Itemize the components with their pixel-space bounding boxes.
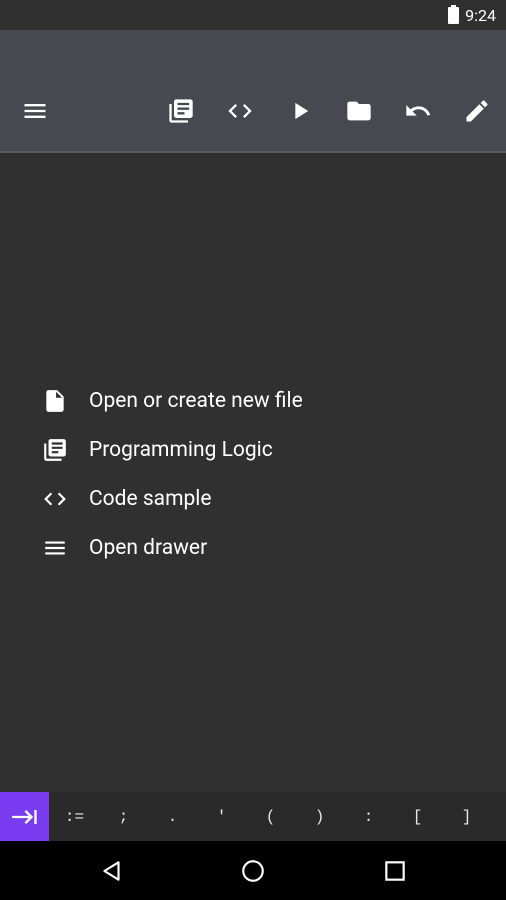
library-icon: [38, 433, 72, 467]
folder-button[interactable]: [342, 94, 376, 128]
back-button[interactable]: [94, 853, 130, 889]
system-navigation-bar: [0, 841, 506, 900]
undo-button[interactable]: [401, 94, 435, 128]
library-button[interactable]: [164, 94, 198, 128]
battery-icon: [448, 4, 460, 24]
symbol-key[interactable]: .: [148, 792, 197, 841]
file-icon: [38, 384, 72, 418]
menu-icon: [24, 104, 46, 118]
home-button[interactable]: [235, 853, 271, 889]
symbol-key[interactable]: :=: [50, 792, 99, 841]
symbol-key[interactable]: ]: [442, 792, 491, 841]
programming-logic-label: Programming Logic: [89, 437, 273, 462]
menu-button[interactable]: [18, 94, 52, 128]
open-drawer-item[interactable]: Open drawer: [38, 523, 458, 572]
programming-logic-item[interactable]: Programming Logic: [38, 425, 458, 474]
tab-icon: [11, 809, 37, 824]
symbol-key[interactable]: ': [197, 792, 246, 841]
recents-icon: [385, 861, 405, 881]
symbol-key[interactable]: :: [344, 792, 393, 841]
symbol-key[interactable]: [: [393, 792, 442, 841]
symbol-bar: := ; . ' ( ) : [ ]: [0, 792, 506, 841]
home-icon: [242, 860, 264, 882]
open-file-label: Open or create new file: [89, 388, 303, 413]
symbol-key[interactable]: ): [295, 792, 344, 841]
status-time: 9:24: [465, 5, 496, 25]
toolbar: [0, 30, 506, 151]
status-right: 9:24: [448, 4, 496, 26]
toolbar-divider: [0, 151, 506, 153]
tab-key[interactable]: [0, 792, 49, 841]
symbol-key[interactable]: (: [246, 792, 295, 841]
run-icon: [295, 102, 309, 120]
open-drawer-label: Open drawer: [89, 535, 208, 560]
code-icon: [228, 104, 252, 118]
status-bar: 9:24: [0, 0, 506, 30]
edit-icon: [466, 100, 488, 122]
code-button[interactable]: [223, 94, 257, 128]
back-icon: [103, 861, 120, 881]
symbol-key[interactable]: ;: [99, 792, 148, 841]
menu-icon: [38, 531, 72, 565]
folder-icon: [347, 101, 371, 121]
run-button[interactable]: [283, 94, 317, 128]
code-sample-item[interactable]: Code sample: [38, 474, 458, 523]
code-sample-label: Code sample: [89, 486, 212, 511]
empty-state-menu: Open or create new file Programming Logi…: [38, 376, 458, 572]
edit-button[interactable]: [460, 94, 494, 128]
undo-icon: [406, 105, 431, 116]
open-file-item[interactable]: Open or create new file: [38, 376, 458, 425]
code-icon: [38, 482, 72, 516]
library-icon: [169, 99, 193, 123]
recents-button[interactable]: [377, 853, 413, 889]
